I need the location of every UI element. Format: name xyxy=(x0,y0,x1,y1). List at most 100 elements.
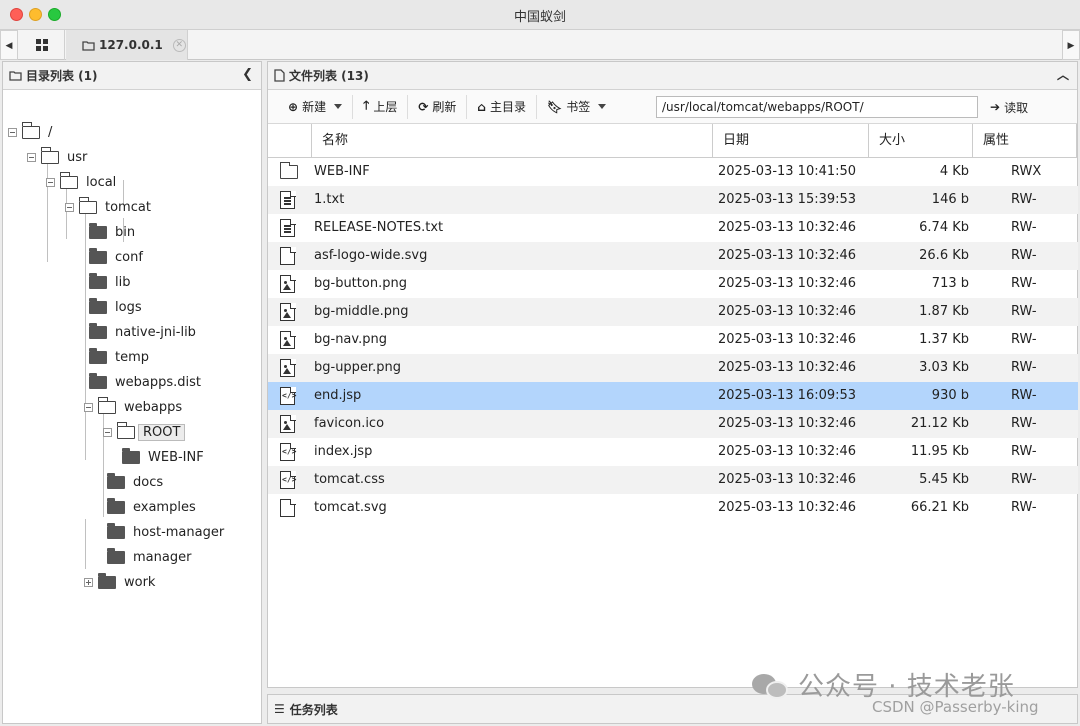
tree-item[interactable]: work xyxy=(84,570,155,594)
tree-item[interactable]: webapps.dist xyxy=(89,370,201,394)
file-row[interactable]: favicon.ico 2025-03-13 10:32:46 21.12 Kb RW… xyxy=(268,410,1078,438)
text-file-icon xyxy=(280,190,296,209)
read-button[interactable]: ➔ 读取 xyxy=(984,95,1034,119)
csdn-credit: CSDN @Passerby-king xyxy=(872,698,1039,716)
collapse-icon[interactable] xyxy=(65,202,74,212)
file-icon xyxy=(274,69,285,82)
folder-icon xyxy=(107,472,125,489)
file-date-cell: 2025-03-13 10:32:46 xyxy=(718,360,857,375)
file-row[interactable]: WEB-INF 2025-03-13 10:41:50 4 Kb RWX xyxy=(268,158,1078,186)
tab-scroll-right-icon[interactable]: ▶ xyxy=(1062,30,1080,60)
tree-item[interactable]: webapps xyxy=(84,395,182,419)
file-row[interactable]: </> tomcat.css 2025-03-13 10:32:46 5.45 Kb R… xyxy=(268,466,1078,494)
file-toolbar: ⊕新建 🡑上层 ⟳刷新 ⌂主目录 🔖︎书签 ➔读取 xyxy=(268,90,1077,124)
file-panel-header: 文件列表 (13) ︿ xyxy=(268,62,1077,90)
folder-open-icon xyxy=(40,147,59,164)
tree-item[interactable]: tomcat xyxy=(65,195,151,219)
tree-item-label: usr xyxy=(67,149,88,165)
file-date-cell: 2025-03-13 16:09:53 xyxy=(718,388,857,403)
tree-item[interactable]: / xyxy=(8,120,52,144)
file-attr-cell: RW- xyxy=(1011,304,1037,319)
collapse-icon[interactable] xyxy=(103,427,112,437)
tree-item[interactable]: usr xyxy=(27,145,87,169)
text-file-icon xyxy=(280,218,296,237)
tree-item[interactable]: conf xyxy=(89,245,143,269)
expand-icon[interactable] xyxy=(84,577,93,587)
path-input[interactable] xyxy=(656,96,978,118)
bookmark-icon: 🔖︎ xyxy=(547,99,563,114)
tree-item[interactable]: examples xyxy=(107,495,196,519)
title-bar: 中国蚁剑 xyxy=(0,0,1080,30)
file-attr-cell: RWX xyxy=(1011,164,1042,179)
refresh-icon: ⟳ xyxy=(418,99,429,114)
file-row[interactable]: bg-middle.png 2025-03-13 10:32:46 1.87 Kb R… xyxy=(268,298,1078,326)
tab-bar: ◀ 127.0.0.1 ✕ ▶ xyxy=(0,30,1080,60)
refresh-label: 刷新 xyxy=(432,100,457,114)
collapse-icon[interactable] xyxy=(84,402,93,412)
up-label: 上层 xyxy=(373,100,398,114)
tree-item[interactable]: host-manager xyxy=(107,520,224,544)
tree-item-label: ROOT xyxy=(138,423,186,441)
file-row[interactable]: bg-button.png 2025-03-13 10:32:46 713 b RW- xyxy=(268,270,1078,298)
tree-item[interactable]: WEB-INF xyxy=(122,445,204,469)
tree-item[interactable]: manager xyxy=(107,545,191,569)
file-row[interactable]: 1.txt 2025-03-13 15:39:53 146 b RW- xyxy=(268,186,1078,214)
file-panel-title: 文件列表 (13) xyxy=(289,69,369,83)
file-size-cell: 1.87 Kb xyxy=(919,304,969,319)
code-file-icon: </> xyxy=(280,442,296,461)
tree-item[interactable]: bin xyxy=(89,220,135,244)
tree-item-label: host-manager xyxy=(133,524,225,540)
file-panel: 文件列表 (13) ︿ ⊕新建 🡑上层 ⟳刷新 ⌂主目录 🔖︎书签 ➔读取 名称… xyxy=(267,61,1078,688)
folder-icon xyxy=(89,297,107,314)
file-row[interactable]: tomcat.svg 2025-03-13 10:32:46 66.21 Kb RW- xyxy=(268,494,1078,522)
file-size-cell: 1.37 Kb xyxy=(919,332,969,347)
name-column-header[interactable]: 名称 xyxy=(312,124,713,158)
date-column-header[interactable]: 日期 xyxy=(713,124,869,158)
collapse-icon[interactable] xyxy=(46,177,55,187)
file-row[interactable]: RELEASE-NOTES.txt 2025-03-13 10:32:46 6.74… xyxy=(268,214,1078,242)
collapse-icon[interactable] xyxy=(8,127,17,137)
tree-item[interactable]: native-jni-lib xyxy=(89,320,196,344)
folder-icon xyxy=(98,572,116,589)
file-row[interactable]: bg-nav.png 2025-03-13 10:32:46 1.37 Kb RW- xyxy=(268,326,1078,354)
file-name-cell: bg-button.png xyxy=(314,276,407,291)
home-button[interactable]: ⌂ 主目录 xyxy=(467,94,538,119)
chevron-up-icon[interactable]: ︿ xyxy=(1057,66,1069,83)
image-file-icon xyxy=(280,302,296,321)
grid-icon[interactable] xyxy=(19,30,65,60)
bookmark-button[interactable]: 🔖︎ 书签 xyxy=(537,95,616,119)
file-size-cell: 3.03 Kb xyxy=(919,360,969,375)
tree-item-label: temp xyxy=(115,349,150,365)
chevron-left-icon[interactable]: ❮ xyxy=(242,67,253,82)
folder-open-icon xyxy=(78,197,97,214)
icon-column-header xyxy=(268,124,312,158)
tab-close-icon[interactable]: ✕ xyxy=(172,38,186,52)
tree-item-label: examples xyxy=(133,499,196,515)
image-file-icon xyxy=(280,358,296,377)
tree-item[interactable]: lib xyxy=(89,270,130,294)
size-column-header[interactable]: 大小 xyxy=(869,124,973,158)
new-button[interactable]: ⊕ 新建 xyxy=(278,94,354,119)
collapse-icon[interactable] xyxy=(27,152,36,162)
file-row[interactable]: </> index.jsp 2025-03-13 10:32:46 11.95 Kb R… xyxy=(268,438,1078,466)
file-row[interactable]: asf-logo-wide.svg 2025-03-13 10:32:46 26.6… xyxy=(268,242,1078,270)
file-date-cell: 2025-03-13 10:32:46 xyxy=(718,416,857,431)
tree-item[interactable]: local xyxy=(46,170,116,194)
file-row[interactable]: </> end.jsp 2025-03-13 16:09:53 930 b RW- xyxy=(268,382,1078,410)
tree-item-label: lib xyxy=(115,274,131,290)
tab-scroll-left-icon[interactable]: ◀ xyxy=(0,30,18,60)
tab-host[interactable]: 127.0.0.1 ✕ xyxy=(66,30,188,60)
file-name-cell: tomcat.css xyxy=(314,472,385,487)
file-name-cell: RELEASE-NOTES.txt xyxy=(314,220,444,235)
attr-column-header[interactable]: 属性 xyxy=(973,124,1077,158)
tree-item[interactable]: ROOT xyxy=(103,420,186,444)
directory-panel-header: 目录列表 (1) ❮ xyxy=(3,62,261,90)
tree-item[interactable]: docs xyxy=(107,470,163,494)
file-row[interactable]: bg-upper.png 2025-03-13 10:32:46 3.03 Kb RW… xyxy=(268,354,1078,382)
tree-item[interactable]: temp xyxy=(89,345,149,369)
file-table-header: 名称 日期 大小 属性 xyxy=(268,124,1077,158)
up-button[interactable]: 🡑 上层 xyxy=(353,94,409,119)
tree-item[interactable]: logs xyxy=(89,295,142,319)
refresh-button[interactable]: ⟳ 刷新 xyxy=(408,94,468,119)
folder-icon xyxy=(89,222,107,239)
